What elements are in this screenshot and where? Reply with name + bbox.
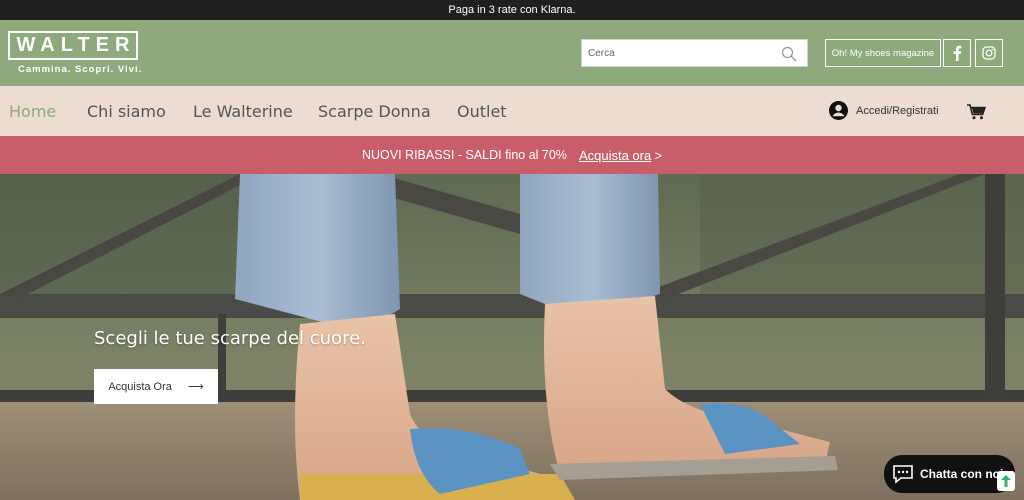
logo-wordmark: WALTER [8, 31, 138, 60]
promo-bar: NUOVI RIBASSI - SALDI fino al 70% Acquis… [0, 136, 1024, 174]
cart-icon [967, 104, 987, 120]
announcement-bar: Paga in 3 rate con Klarna. [0, 0, 1024, 20]
arrow-up-icon [1001, 475, 1011, 487]
announcement-text: Paga in 3 rate con Klarna. [448, 4, 576, 16]
shop-now-label: Acquista Ora [108, 380, 172, 393]
promo-arrow: > [654, 148, 662, 163]
nav-item-le-walterine[interactable]: Le Walterine [193, 102, 293, 121]
nav-item-home[interactable]: Home [9, 102, 56, 121]
arrow-right-icon: ⟶ [187, 381, 204, 393]
shop-now-button[interactable]: Acquista Ora ⟶ [94, 369, 218, 404]
facebook-button[interactable] [943, 39, 971, 67]
hero-banner: Scegli le tue scarpe del cuore. Acquista… [0, 174, 1024, 500]
logo-tagline: Cammina. Scopri. Vivi. [18, 64, 143, 75]
nav-item-chi-siamo[interactable]: Chi siamo [87, 102, 166, 121]
nav-item-outlet[interactable]: Outlet [457, 102, 507, 121]
search-input[interactable] [582, 40, 772, 66]
chat-label: Chatta con noi [920, 467, 1004, 481]
search-icon[interactable] [781, 46, 797, 62]
logo[interactable]: WALTER Cammina. Scopri. Vivi. [8, 31, 142, 75]
account-link[interactable]: Accedi/Registrati [829, 101, 939, 120]
instagram-button[interactable] [975, 39, 1003, 67]
cart-button[interactable] [967, 104, 987, 125]
hero-title: Scegli le tue scarpe del cuore. [94, 328, 366, 349]
search-box [581, 39, 808, 67]
facebook-icon [953, 45, 962, 61]
account-label: Accedi/Registrati [856, 104, 939, 117]
promo-text: NUOVI RIBASSI - SALDI fino al 70% [361, 148, 567, 162]
nav-item-scarpe-donna[interactable]: Scarpe Donna [318, 102, 431, 121]
instagram-icon [982, 46, 996, 60]
magazine-button[interactable]: Oh! My shoes magazine [825, 39, 941, 67]
promo-link[interactable]: Acquista ora [579, 148, 651, 163]
magazine-label: Oh! My shoes magazine [831, 47, 935, 59]
site-header: WALTER Cammina. Scopri. Vivi. Oh! My sho… [0, 20, 1024, 86]
chat-widget-button[interactable]: Chatta con noi [884, 455, 1015, 493]
scroll-top-button[interactable] [997, 471, 1015, 491]
chat-bubble-icon [893, 465, 913, 484]
main-nav: Home Chi siamo Le Walterine Scarpe Donna… [0, 86, 1024, 136]
user-icon [829, 101, 848, 120]
